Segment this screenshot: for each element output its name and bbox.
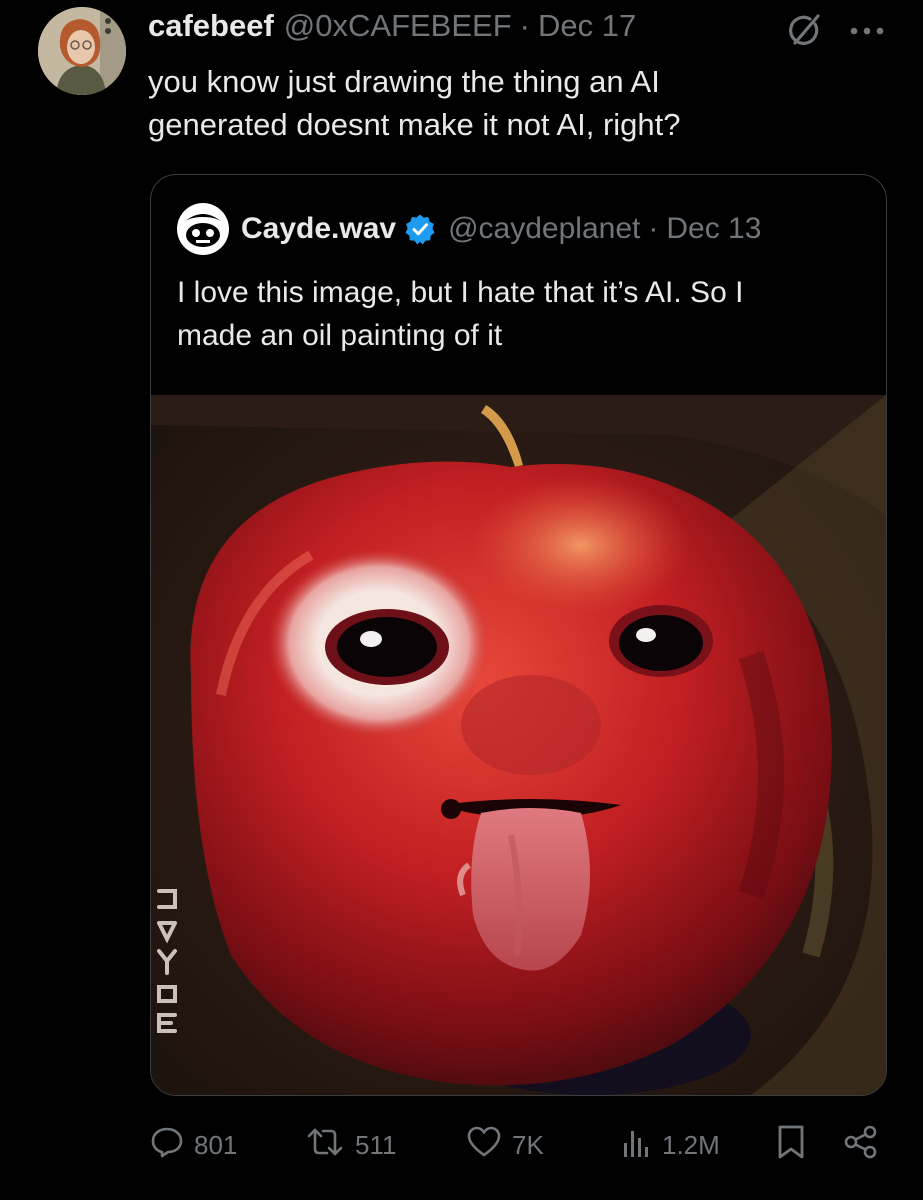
- repost-count: 511: [355, 1129, 397, 1160]
- views-chart-icon: [622, 1125, 652, 1166]
- quoted-post-image[interactable]: [151, 395, 886, 1095]
- repost-button[interactable]: 511: [305, 1123, 396, 1167]
- action-bar: 801 511 7K 1.2M: [0, 1123, 923, 1167]
- views-count: 1.2M: [662, 1129, 720, 1160]
- bookmark-button[interactable]: [776, 1123, 806, 1167]
- like-button[interactable]: 7K: [466, 1123, 544, 1167]
- post-text: you know just drawing the thing an AI ge…: [148, 60, 848, 146]
- verified-badge-icon: [404, 213, 436, 245]
- like-count: 7K: [512, 1129, 544, 1160]
- reply-button[interactable]: 801: [150, 1123, 237, 1167]
- author-avatar[interactable]: [38, 7, 126, 95]
- reply-count: 801: [194, 1129, 238, 1160]
- author-name[interactable]: cafebeef: [148, 8, 274, 44]
- quoted-post-date: Dec 13: [666, 212, 762, 245]
- separator-dot: ·: [648, 212, 659, 245]
- grok-icon[interactable]: [778, 10, 830, 52]
- post-text-line: you know just drawing the thing an AI: [148, 64, 660, 99]
- quoted-post-header: Cayde.wav @caydeplanet · Dec 13: [177, 203, 762, 255]
- views-button[interactable]: 1.2M: [622, 1123, 720, 1167]
- quoted-author-name: Cayde.wav: [241, 212, 397, 245]
- post-text-line: generated doesnt make it not AI, right?: [148, 107, 681, 142]
- reply-icon: [150, 1125, 184, 1166]
- share-icon: [843, 1124, 879, 1167]
- share-button[interactable]: [843, 1123, 879, 1167]
- bookmark-icon: [776, 1124, 806, 1167]
- post-date[interactable]: Dec 17: [538, 8, 636, 44]
- more-dots-icon[interactable]: [842, 10, 892, 52]
- quoted-text-line: made an oil painting of it: [177, 319, 503, 352]
- quoted-post-text: I love this image, but I hate that it’s …: [177, 271, 857, 357]
- quoted-author-handle: @caydeplanet: [448, 212, 641, 245]
- heart-icon: [466, 1125, 502, 1166]
- quoted-author-avatar: [177, 203, 229, 255]
- quoted-post-card[interactable]: Cayde.wav @caydeplanet · Dec 13 I love t…: [150, 174, 887, 1096]
- post-header: cafebeef @0xCAFEBEEF · Dec 17: [148, 8, 793, 50]
- quoted-text-line: I love this image, but I hate that it’s …: [177, 276, 744, 309]
- author-handle[interactable]: @0xCAFEBEEF: [284, 8, 512, 44]
- repost-icon: [305, 1125, 345, 1166]
- separator-dot: ·: [519, 8, 530, 43]
